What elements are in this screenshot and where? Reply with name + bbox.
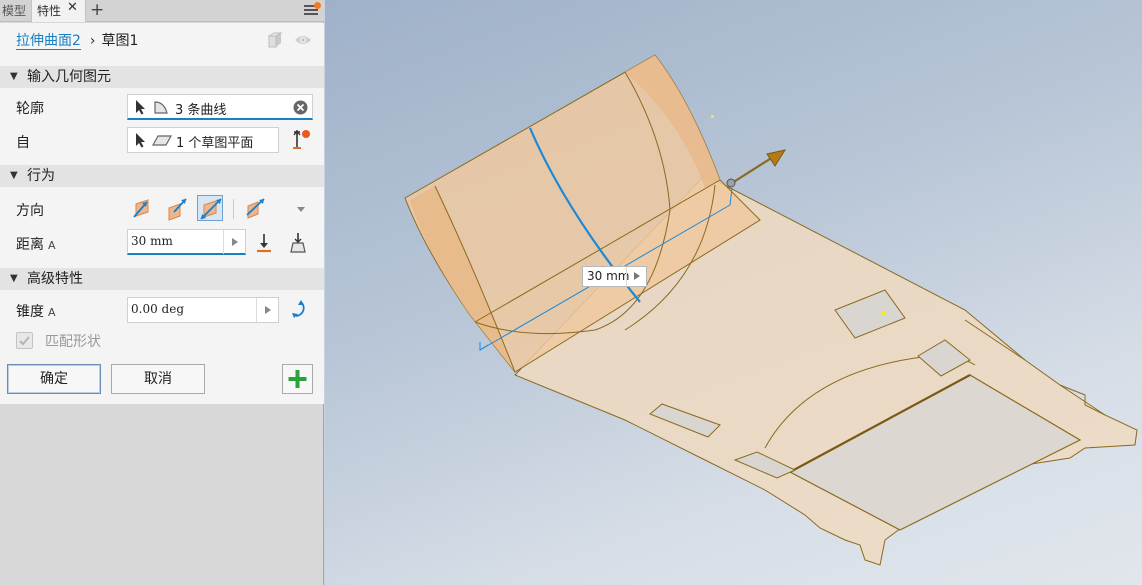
- taper-label: 锥度 A: [16, 304, 56, 320]
- close-icon[interactable]: ✕: [67, 0, 78, 15]
- model-scene: [404, 54, 1138, 566]
- collapse-triangle-icon: ▼: [10, 273, 18, 284]
- tab-model[interactable]: 模型: [2, 0, 26, 22]
- arrow-head: [766, 149, 787, 167]
- sketch-point: [882, 312, 885, 315]
- notification-dot: [314, 2, 321, 9]
- direction-symmetric-button[interactable]: [197, 195, 223, 221]
- sketch-point: [711, 115, 714, 118]
- breadcrumb: 拉伸曲面2 › 草图1: [16, 31, 138, 51]
- distance-label: 距离 A: [16, 237, 56, 253]
- visibility-eye-icon[interactable]: [294, 34, 312, 46]
- dimension-menu-arrow-icon[interactable]: [626, 267, 646, 286]
- section-advanced[interactable]: ▼ 高级特性: [0, 268, 324, 290]
- from-selector[interactable]: 1 个草图平面: [127, 127, 279, 153]
- ok-button[interactable]: 确定: [7, 364, 101, 394]
- taper-input[interactable]: 0.00 deg: [127, 297, 279, 323]
- section-title: 输入几何图元: [27, 69, 111, 85]
- distance-menu-arrow-icon[interactable]: [223, 230, 245, 254]
- plus-icon: [288, 370, 307, 388]
- manipulator-handle: [726, 178, 736, 188]
- distance-between-icon[interactable]: [285, 230, 311, 256]
- distance-input[interactable]: 30 mm: [127, 229, 246, 255]
- distance-to-icon[interactable]: [251, 230, 277, 256]
- section-input-geometry[interactable]: ▼ 输入几何图元: [0, 66, 324, 88]
- select-cursor-icon: [136, 100, 145, 115]
- clear-selection-icon[interactable]: [293, 100, 308, 115]
- direction-dropdown-icon[interactable]: [297, 207, 305, 212]
- curve-profile-icon: [154, 101, 168, 114]
- collapse-triangle-icon: ▼: [10, 170, 18, 181]
- add-tab-icon[interactable]: +: [90, 0, 104, 21]
- select-cursor-icon: [136, 133, 145, 148]
- dimension-value: 30 mm: [587, 269, 630, 283]
- cube-icon[interactable]: [266, 32, 284, 48]
- panel-tab-bar: 模型 特性 ✕ +: [0, 0, 324, 22]
- direction-flipped-button[interactable]: [164, 196, 190, 222]
- match-shape-label: 匹配形状: [45, 334, 101, 350]
- direction-asymmetric-button[interactable]: [242, 196, 268, 222]
- distance-value: 30 mm: [131, 234, 173, 248]
- dimension-line-base: [479, 342, 489, 351]
- from-value: 1 个草图平面: [176, 136, 254, 151]
- from-label: 自: [16, 135, 30, 151]
- apply-plus-button[interactable]: [282, 364, 313, 394]
- properties-content: 拉伸曲面2 › 草图1 ▼ 输入几何图元 轮廓 3 条曲线 自 1 个草图平面: [0, 23, 324, 404]
- direction-label: 方向: [16, 203, 44, 219]
- breadcrumb-separator: ›: [89, 33, 96, 49]
- profile-value: 3 条曲线: [175, 103, 227, 118]
- profile-selector[interactable]: 3 条曲线: [127, 94, 313, 120]
- section-title: 行为: [27, 168, 55, 184]
- taper-menu-arrow-icon[interactable]: [256, 298, 278, 322]
- taper-value: 0.00 deg: [131, 302, 184, 316]
- breadcrumb-feature-link[interactable]: 拉伸曲面2: [16, 33, 81, 50]
- breadcrumb-sketch[interactable]: 草图1: [102, 33, 139, 49]
- match-shape-checkbox[interactable]: [16, 332, 33, 349]
- property-panel: 模型 特性 ✕ + 拉伸曲面2 › 草图1 ▼ 输入几何图元 轮廓 3 条曲线 自: [0, 0, 324, 585]
- sketch-plane-icon: [152, 135, 172, 146]
- flip-taper-icon[interactable]: [285, 297, 311, 323]
- dimension-input-box[interactable]: 30 mm: [582, 266, 647, 287]
- profile-label: 轮廓: [16, 101, 44, 117]
- section-behavior[interactable]: ▼ 行为: [0, 165, 324, 187]
- flip-direction-icon[interactable]: [288, 127, 314, 153]
- direction-default-button[interactable]: [129, 196, 155, 222]
- cancel-button[interactable]: 取消: [111, 364, 205, 394]
- section-title: 高级特性: [27, 271, 83, 287]
- collapse-triangle-icon: ▼: [10, 71, 18, 82]
- extrude-direction-arrow: [731, 156, 774, 184]
- divider: [233, 199, 234, 219]
- graphics-viewport[interactable]: 30 mm: [325, 0, 1142, 585]
